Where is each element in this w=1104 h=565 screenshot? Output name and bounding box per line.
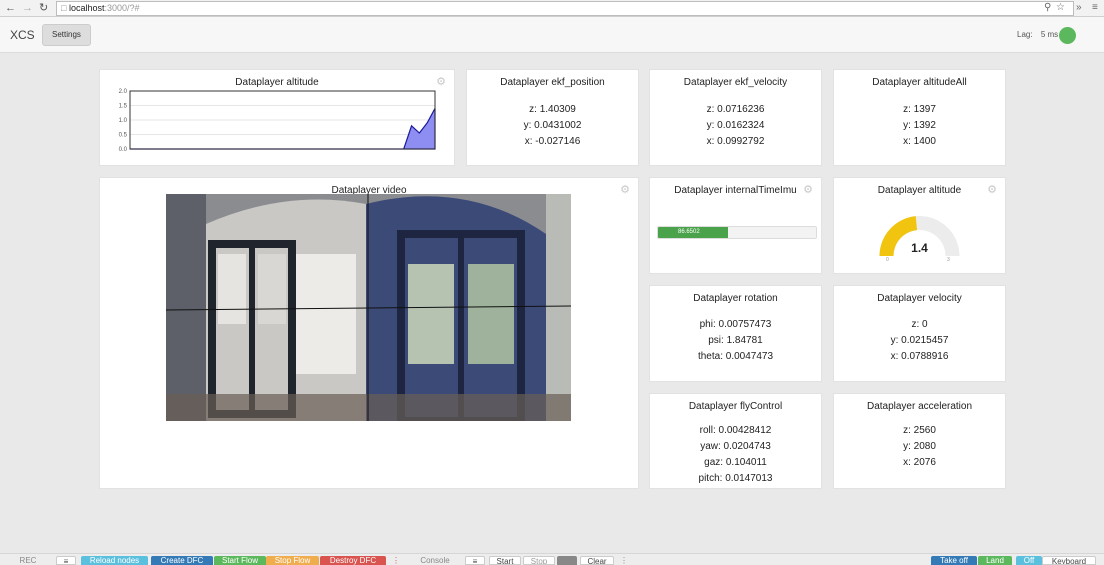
value-y: y: 0.0431002 — [523, 120, 582, 131]
value-y: y: 1392 — [903, 120, 936, 131]
progress-fill: 86.6502 — [658, 227, 728, 238]
value-list: z: 0 y: 0.0215457 x: 0.0788916 — [834, 317, 1005, 365]
settings-button[interactable]: Settings — [42, 24, 91, 46]
gauge-min: 0 — [886, 257, 889, 263]
value-x: x: 0.0992792 — [706, 136, 765, 147]
forward-icon[interactable]: → — [22, 1, 33, 15]
altitude-chart-panel: Dataplayer altitude ⚙ 2.0 1.5 1.0 0.5 0.0 — [100, 70, 454, 165]
value-y: y: 2080 — [903, 441, 936, 452]
rotation-panel: Dataplayer rotation phi: 0.00757473 psi:… — [650, 286, 821, 381]
value-theta: theta: 0.0047473 — [697, 351, 774, 362]
panel-title: Dataplayer internalTimeImu — [674, 185, 797, 196]
value-z: z: 1397 — [903, 104, 936, 115]
value-x: x: 2076 — [903, 457, 936, 468]
altitude-series-area — [130, 108, 436, 150]
address-bar[interactable]: □ localhost:3000/?# — [56, 1, 1074, 16]
app-header: XCS Settings Lag: 5 ms — [0, 17, 1104, 53]
value-y: y: 0.0162324 — [706, 120, 765, 131]
video-panel: Dataplayer video ⚙ — [100, 178, 638, 488]
value-list: z: 1397 y: 1392 x: 1400 — [834, 102, 1005, 150]
value-z: z: 0 — [911, 319, 928, 330]
altitude-gauge-panel: Dataplayer altitude ⚙ 1.4 0 3 — [834, 178, 1005, 273]
panel-title: Dataplayer flyControl — [688, 401, 783, 412]
zoom-icon[interactable]: ⚲ — [1044, 1, 1051, 15]
value-list: roll: 0.00428412 yaw: 0.0204743 gaz: 0.1… — [650, 423, 821, 487]
acceleration-panel: Dataplayer acceleration z: 2560 y: 2080 … — [834, 394, 1005, 488]
value-x: x: 0.0788916 — [890, 351, 949, 362]
gauge-max: 3 — [947, 257, 950, 263]
lag-label: Lag: — [1017, 30, 1033, 39]
value-yaw: yaw: 0.0204743 — [700, 441, 771, 452]
extensions-icon[interactable]: » — [1076, 1, 1082, 15]
value-x: x: 1400 — [903, 136, 936, 147]
panel-title: Dataplayer ekf_position — [500, 77, 605, 88]
value-z: z: 0.0716236 — [706, 104, 765, 115]
fly-control-panel: Dataplayer flyControl roll: 0.00428412 y… — [650, 394, 821, 488]
value-z: z: 1.40309 — [529, 104, 576, 115]
gauge-value: 1.4 — [911, 241, 928, 255]
value-roll: roll: 0.00428412 — [699, 425, 772, 436]
lag-indicator: Lag: 5 ms — [1017, 30, 1058, 39]
gear-icon[interactable]: ⚙ — [620, 183, 630, 196]
value-pitch: pitch: 0.0147013 — [698, 473, 773, 484]
value-phi: phi: 0.00757473 — [699, 319, 772, 330]
value-list: z: 2560 y: 2080 x: 2076 — [834, 423, 1005, 471]
brand-title: XCS — [10, 28, 35, 42]
connection-status-indicator — [1059, 27, 1076, 44]
value-z: z: 2560 — [903, 425, 936, 436]
url-host: localhost — [68, 3, 105, 13]
internal-time-panel: Dataplayer internalTimeImu ⚙ 86.6502 — [650, 178, 821, 273]
panel-title: Dataplayer acceleration — [866, 401, 973, 412]
back-icon[interactable]: ← — [5, 1, 16, 15]
y-tick-label: 0.0 — [119, 147, 128, 153]
value-y: y: 0.0215457 — [890, 335, 949, 346]
value-list: phi: 0.00757473 psi: 1.84781 theta: 0.00… — [650, 317, 821, 365]
ekf-velocity-panel: Dataplayer ekf_velocity z: 0.0716236 y: … — [650, 70, 821, 165]
panel-title: Dataplayer rotation — [693, 293, 778, 304]
y-tick-label: 0.5 — [119, 133, 128, 139]
value-list: z: 1.40309 y: 0.0431002 x: -0.027146 — [467, 102, 638, 150]
y-tick-label: 1.0 — [119, 118, 128, 124]
altitude-chart: 2.0 1.5 1.0 0.5 0.0 — [119, 89, 436, 153]
browser-toolbar: ← → ↻ □ localhost:3000/?# ⚲ ☆ » ≡ — [0, 0, 1104, 17]
bookmark-star-icon[interactable]: ☆ — [1056, 1, 1065, 15]
y-tick-label: 1.5 — [119, 104, 128, 110]
value-x: x: -0.027146 — [524, 136, 581, 147]
value-gaz: gaz: 0.104011 — [704, 457, 767, 468]
y-tick-label: 2.0 — [119, 89, 128, 95]
panel-title: Dataplayer altitudeAll — [872, 77, 967, 88]
video-frame — [166, 194, 571, 421]
page-icon: □ — [61, 3, 67, 13]
ekf-position-panel: Dataplayer ekf_position z: 1.40309 y: 0.… — [467, 70, 638, 165]
url-path: :3000/?# — [104, 3, 140, 13]
value-list: z: 0.0716236 y: 0.0162324 x: 0.0992792 — [650, 102, 821, 150]
menu-icon[interactable]: ≡ — [1092, 1, 1098, 15]
value-psi: psi: 1.84781 — [708, 335, 763, 346]
panel-title: Dataplayer velocity — [877, 293, 962, 304]
panel-title: Dataplayer ekf_velocity — [683, 77, 788, 88]
bottom-toolbar: REC ≡ Reload nodes Create DFC Start Flow… — [0, 553, 1104, 565]
reload-icon[interactable]: ↻ — [39, 1, 48, 15]
gear-icon[interactable]: ⚙ — [803, 183, 813, 196]
altitude-all-panel: Dataplayer altitudeAll z: 1397 y: 1392 x… — [834, 70, 1005, 165]
lag-value: 5 ms — [1040, 30, 1059, 39]
velocity-panel: Dataplayer velocity z: 0 y: 0.0215457 x:… — [834, 286, 1005, 381]
altitude-gauge — [879, 216, 960, 256]
video-feed — [166, 194, 571, 421]
progress-bar: 86.6502 — [657, 226, 817, 239]
